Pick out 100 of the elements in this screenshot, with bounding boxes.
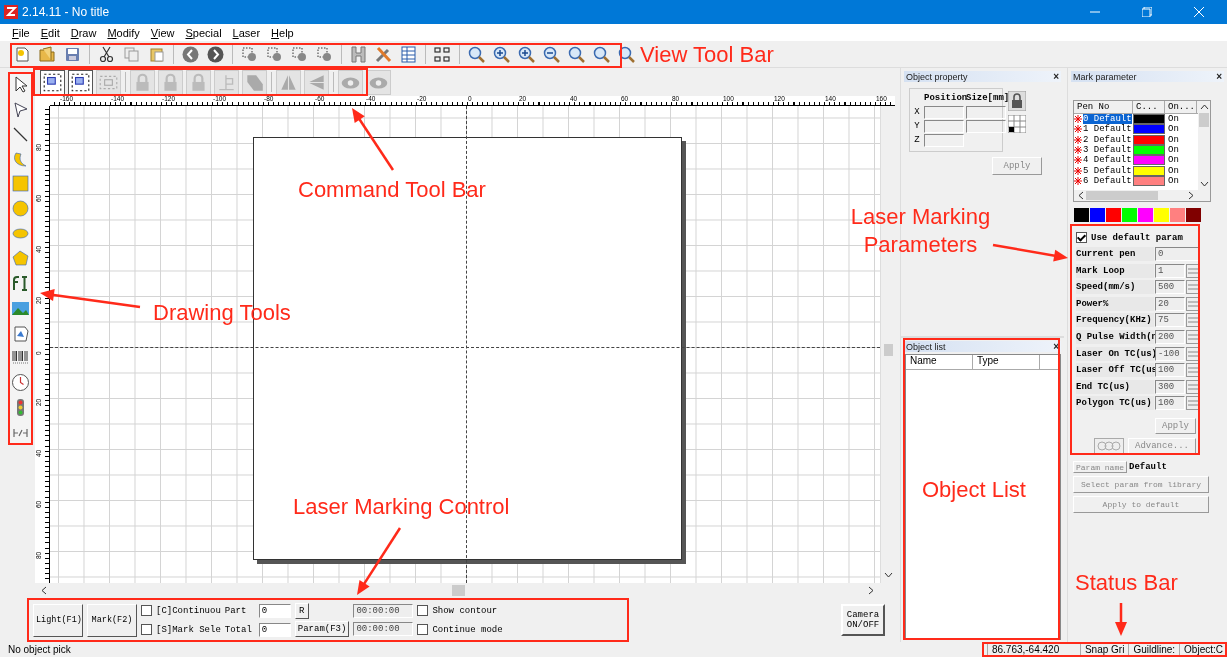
menu-item[interactable]: Laser [232,26,261,39]
select-icon[interactable] [315,44,334,64]
param-field[interactable]: 300 [1155,379,1185,394]
scroll-thumb[interactable] [884,344,893,356]
select-frame-icon[interactable] [68,69,93,95]
eye-icon[interactable] [366,69,391,95]
param-field[interactable]: 500 [1155,280,1185,295]
zoom-in-icon[interactable] [492,44,511,64]
scroll-up-icon[interactable] [1199,104,1209,110]
scroll-right-icon[interactable] [1188,191,1194,200]
scroll-right-icon[interactable] [868,586,874,595]
rectangle-icon[interactable] [11,174,30,194]
param-field[interactable]: -100 [1155,346,1185,361]
coordinate-field[interactable] [966,105,1006,119]
coordinate-field[interactable] [966,119,1006,133]
lock-icon[interactable] [158,69,183,95]
color-swatch[interactable] [1170,208,1185,222]
scroll-down-icon[interactable] [1199,181,1209,187]
scroll-left-icon[interactable] [41,586,47,595]
pen-name[interactable]: 5 Default [1083,165,1132,176]
column-header[interactable]: Name [906,355,973,369]
h-shape-icon[interactable] [349,44,368,64]
close-button[interactable]: × [1053,341,1061,352]
checkbox[interactable] [1076,232,1087,243]
column-header[interactable]: Pen No [1074,101,1133,113]
back-icon[interactable] [181,44,200,64]
vector-file-icon[interactable] [11,323,30,343]
grid-icon[interactable] [1008,115,1026,133]
close-icon[interactable] [1194,7,1204,17]
copy-icon[interactable] [122,44,141,64]
scroll-down-icon[interactable] [884,572,893,578]
color-swatch[interactable] [1090,208,1105,222]
zoom-icon[interactable] [467,44,486,64]
mirror-icon[interactable] [304,69,329,95]
counter-field[interactable]: 0 [258,603,291,618]
select-icon[interactable] [290,44,309,64]
column-header[interactable]: C... [1133,101,1165,113]
nodes-icon[interactable] [433,44,452,64]
param-field[interactable]: 100 [1155,363,1185,378]
param-field[interactable]: 1 [1155,263,1185,278]
select-icon[interactable] [240,44,259,64]
camera-button[interactable]: Camera ON/OFF [841,604,885,636]
pen-name[interactable]: 0 Default [1083,114,1132,125]
close-button[interactable]: × [1216,71,1224,82]
color-swatch[interactable] [1074,208,1089,222]
text-icon[interactable] [11,273,30,293]
coordinate-field[interactable] [924,119,964,133]
menu-item[interactable]: View [150,26,175,39]
mark-button[interactable]: Mark(F2) [87,603,137,637]
light-button[interactable]: Light(F1) [33,603,83,637]
reset-button[interactable]: R [294,602,309,619]
eye-icon[interactable] [338,69,363,95]
color-swatch[interactable] [1186,208,1201,222]
color-swatch[interactable] [1154,208,1169,222]
menu-item[interactable]: Edit [40,26,60,39]
checkbox[interactable] [141,624,152,635]
color-swatch[interactable] [1138,208,1153,222]
folder-icon[interactable] [38,44,57,64]
pen-name[interactable]: 3 Default [1083,145,1132,156]
shape-icon[interactable] [242,69,267,95]
menu-item[interactable]: Draw [70,26,97,39]
circle-icon[interactable] [11,199,30,219]
lock-icon[interactable] [130,69,155,95]
param-field[interactable]: 20 [1155,296,1185,311]
pen-name[interactable]: 2 Default [1083,134,1132,145]
mirror-icon[interactable] [276,69,301,95]
column-header[interactable]: On... [1165,101,1197,113]
node-edit-icon[interactable] [11,99,30,119]
scroll-left-icon[interactable] [1078,191,1084,200]
close-button[interactable]: × [1053,71,1061,82]
scroll-thumb[interactable] [1086,191,1158,200]
scroll-thumb[interactable] [1199,113,1209,127]
align-icon[interactable] [214,69,239,95]
lock-icon[interactable] [186,69,211,95]
color-swatch[interactable] [1122,208,1137,222]
zoom-icon[interactable] [592,44,611,64]
coordinate-field[interactable] [924,105,964,119]
param-field[interactable]: 100 [1155,396,1185,411]
select-icon[interactable] [265,44,284,64]
menu-item[interactable]: Modify [107,26,140,39]
zoom-icon[interactable] [617,44,636,64]
param-button[interactable]: Param(F3) [294,621,350,637]
checkbox[interactable] [417,605,429,616]
param-field[interactable]: 75 [1155,313,1185,328]
restore-icon[interactable] [1142,7,1152,17]
pen-name[interactable]: 6 Default [1083,175,1132,186]
polygon-icon[interactable] [11,248,30,268]
checkbox[interactable] [417,624,429,635]
scroll-thumb[interactable] [452,585,465,596]
pen-name[interactable]: 1 Default [1083,124,1132,135]
param-field[interactable]: 200 [1155,330,1185,345]
lock-icon[interactable] [1008,91,1026,111]
table-icon[interactable] [399,44,418,64]
zoom-icon[interactable] [567,44,586,64]
menu-item[interactable]: File [12,26,30,39]
column-header[interactable]: Type [973,355,1040,369]
zoom-in-icon[interactable] [517,44,536,64]
link-icon[interactable] [1094,438,1124,455]
new-file-icon[interactable] [13,44,32,64]
tools-icon[interactable] [374,44,393,64]
